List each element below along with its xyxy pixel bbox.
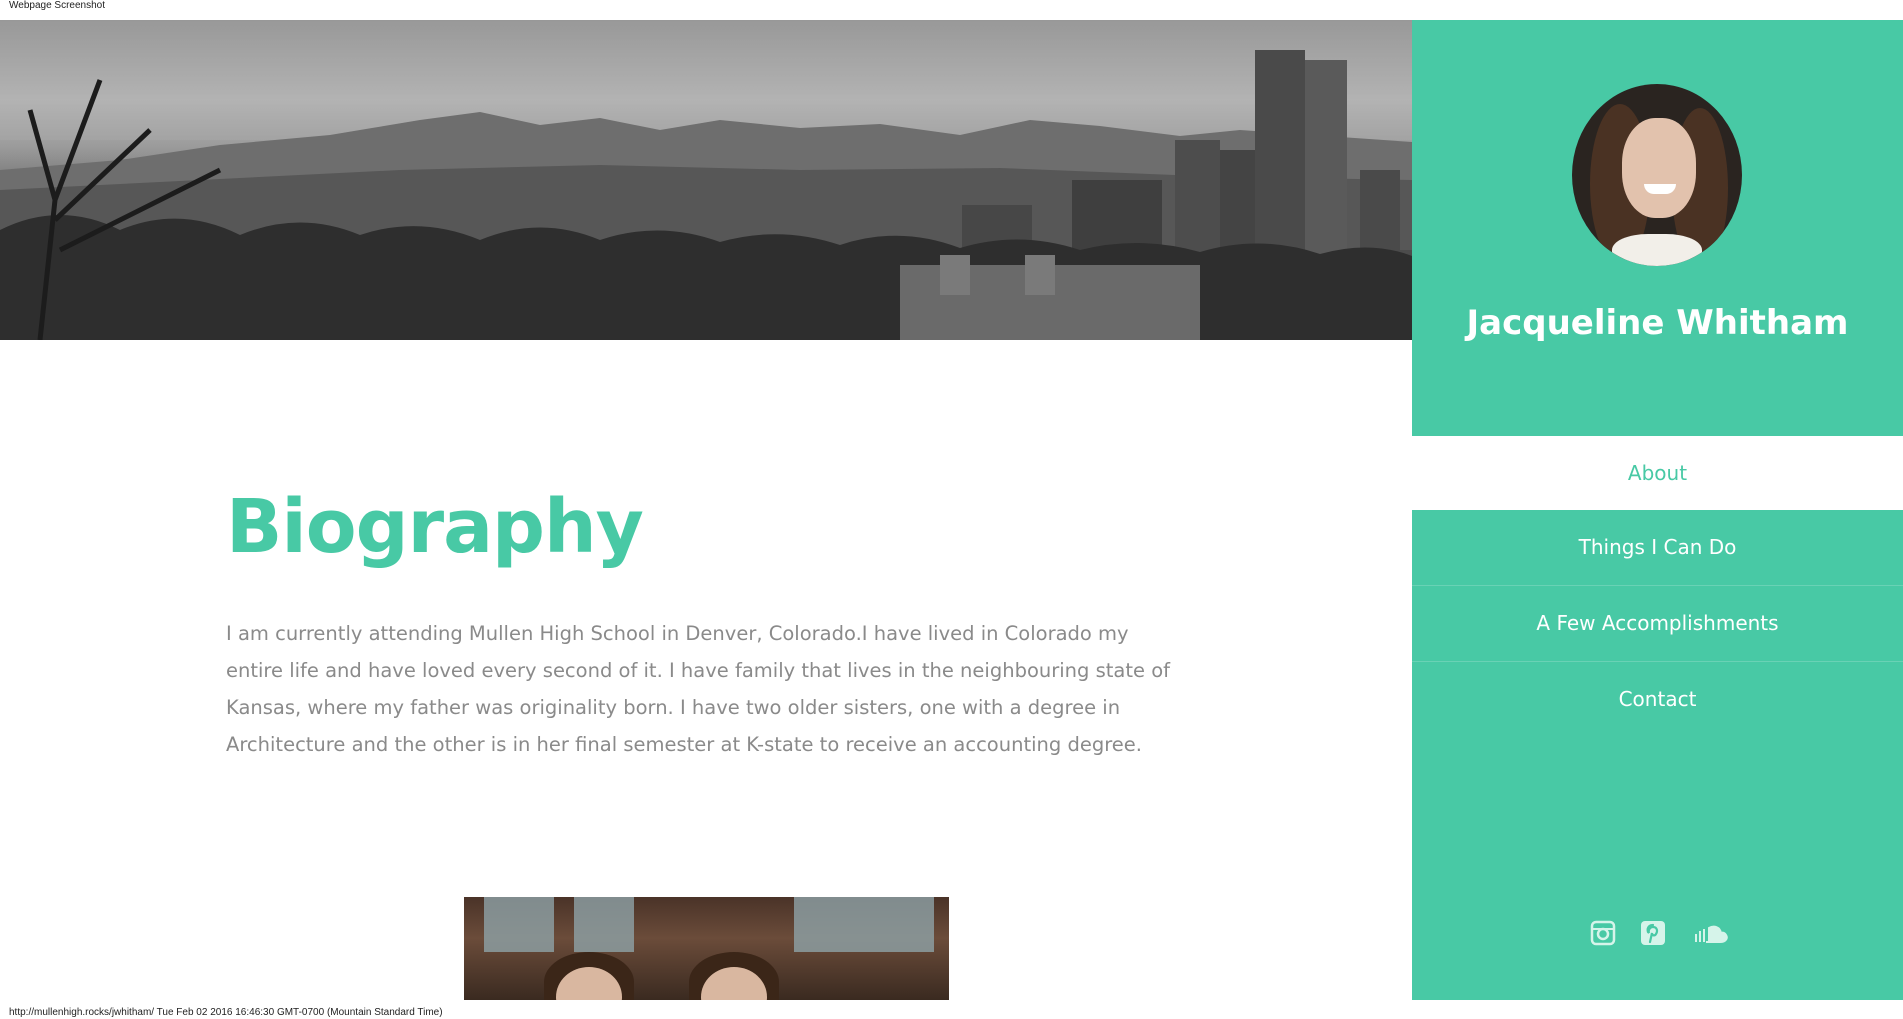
sidebar: Jacqueline Whitham About Things I Can Do… — [1412, 20, 1903, 1000]
sidebar-nav: About Things I Can Do A Few Accomplishme… — [1412, 436, 1903, 737]
hero-banner — [0, 20, 1412, 340]
pinterest-icon[interactable] — [1640, 920, 1666, 951]
page-title: Biography — [226, 484, 644, 570]
group-photo — [464, 897, 949, 1000]
avatar — [1572, 84, 1742, 266]
nav-item-things-i-can-do[interactable]: Things I Can Do — [1412, 510, 1903, 586]
instagram-icon[interactable] — [1590, 920, 1616, 951]
site-name: Jacqueline Whitham — [1466, 303, 1849, 343]
soundcloud-icon[interactable] — [1690, 922, 1730, 949]
main-content: Biography I am currently attending Mulle… — [0, 340, 1412, 1000]
nav-item-about[interactable]: About — [1412, 436, 1903, 510]
social-links — [1590, 920, 1730, 950]
nav-item-contact[interactable]: Contact — [1412, 662, 1903, 737]
screenshot-caption: Webpage Screenshot — [9, 0, 105, 11]
biography-text: I am currently attending Mullen High Sch… — [226, 622, 1170, 756]
nav-item-accomplishments[interactable]: A Few Accomplishments — [1412, 586, 1903, 662]
skyline-image — [0, 20, 1412, 340]
screenshot-url-caption: http://mullenhigh.rocks/jwhitham/ Tue Fe… — [9, 1007, 443, 1018]
